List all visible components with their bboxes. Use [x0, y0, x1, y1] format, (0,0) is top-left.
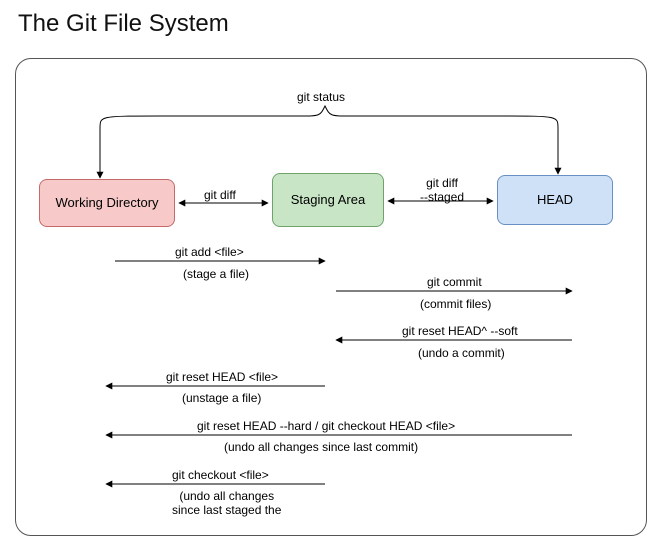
label-reset-hard-note: (undo all changes since last commit)	[224, 440, 418, 454]
label-reset-soft-note: (undo a commit)	[418, 346, 505, 360]
label-git-diff: git diff	[204, 188, 236, 202]
node-head: HEAD	[497, 175, 613, 225]
diagram-frame	[15, 58, 647, 536]
label-git-diff-staged: git diff --staged	[420, 176, 464, 204]
label-git-status: git status	[297, 90, 345, 104]
label-unstage-cmd: git reset HEAD <file>	[166, 370, 278, 384]
label-git-commit-note: (commit files)	[420, 297, 491, 311]
label-checkout-cmd: git checkout <file>	[172, 468, 269, 482]
label-checkout-note: (undo all changes since last staged the	[172, 489, 281, 517]
label-git-add-cmd: git add <file>	[175, 245, 244, 259]
label-git-add-note: (stage a file)	[183, 267, 249, 281]
node-staging-area: Staging Area	[272, 173, 384, 227]
page-title: The Git File System	[18, 10, 229, 38]
node-working-directory: Working Directory	[39, 179, 175, 227]
page: The Git File System Working Directory St…	[0, 0, 663, 544]
label-git-commit-cmd: git commit	[427, 275, 482, 289]
label-unstage-note: (unstage a file)	[182, 391, 261, 405]
label-reset-soft-cmd: git reset HEAD^ --soft	[402, 324, 518, 338]
label-reset-hard-cmd: git reset HEAD --hard / git checkout HEA…	[197, 419, 455, 433]
